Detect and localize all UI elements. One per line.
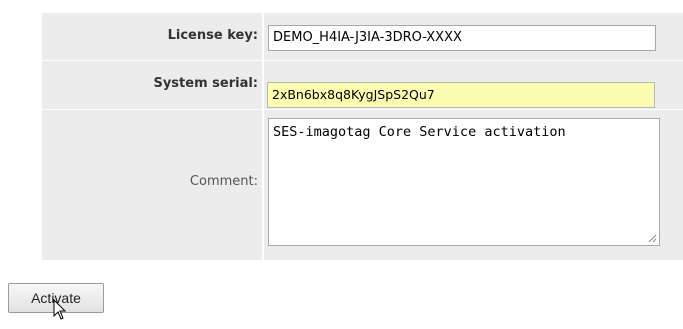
comment-row: Comment: SES-imagotag Core Service activ… — [42, 110, 683, 260]
comment-text: SES-imagotag Core Service activation — [273, 124, 566, 140]
license-key-row: License key: DEMO_H4IA-J3IA-3DRO-XXXX — [42, 13, 683, 61]
system-serial-input[interactable]: 2xBn6bx8q8KygJSpS2Qu7 — [267, 82, 655, 108]
comment-textarea[interactable]: SES-imagotag Core Service activation — [268, 118, 660, 246]
system-serial-row: System serial: 2xBn6bx8q8KygJSpS2Qu7 — [42, 61, 683, 110]
comment-label: Comment: — [189, 174, 258, 189]
activation-form: License key: DEMO_H4IA-J3IA-3DRO-XXXX Sy… — [42, 13, 683, 260]
license-key-label: License key: — [167, 28, 258, 43]
license-key-input[interactable]: DEMO_H4IA-J3IA-3DRO-XXXX — [268, 25, 656, 51]
system-serial-label: System serial: — [153, 76, 258, 91]
mouse-pointer-icon — [53, 299, 67, 320]
resize-grip-icon[interactable] — [647, 233, 657, 243]
